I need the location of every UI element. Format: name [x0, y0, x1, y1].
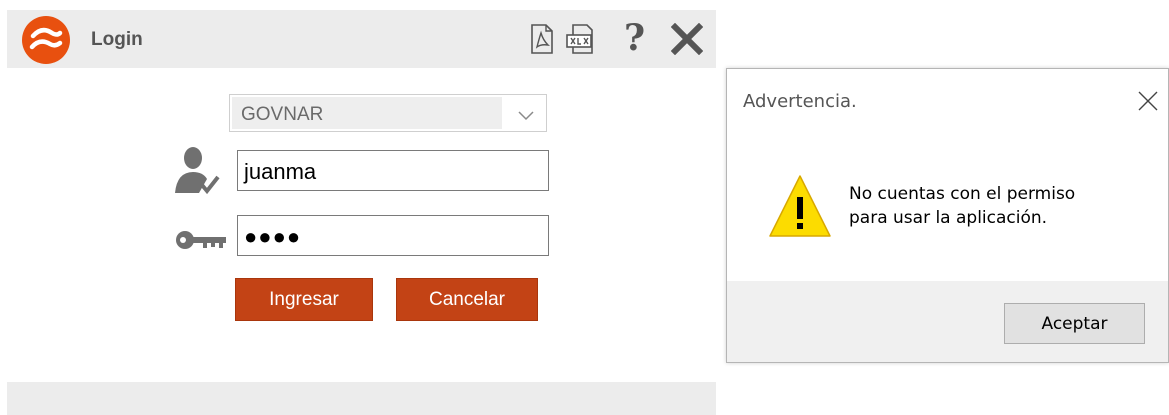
dialog-message-line-1: No cuentas con el permiso — [849, 184, 1076, 204]
login-window: Login ? GOVNAR juanma ●●●● Ingresar Canc… — [7, 10, 716, 415]
app-logo-icon — [22, 16, 70, 64]
login-button[interactable]: Ingresar — [235, 278, 373, 321]
login-footer — [7, 382, 716, 415]
dialog-message: No cuentas con el permiso para usar la a… — [849, 182, 1075, 230]
username-field[interactable]: juanma — [237, 150, 549, 191]
ok-button[interactable]: Aceptar — [1004, 303, 1145, 344]
login-titlebar: Login ? — [7, 10, 716, 68]
dialog-footer: Aceptar — [727, 281, 1168, 362]
user-check-icon — [173, 145, 221, 200]
company-select[interactable]: GOVNAR — [229, 94, 547, 132]
cancel-button[interactable]: Cancelar — [396, 278, 538, 321]
password-field[interactable]: ●●●● — [237, 215, 549, 256]
help-icon[interactable]: ? — [624, 18, 645, 58]
window-title: Login — [91, 29, 143, 50]
warning-dialog: Advertencia. No cuentas con el permiso p… — [726, 68, 1169, 363]
dialog-title: Advertencia. — [743, 91, 857, 112]
company-select-value-area: GOVNAR — [232, 97, 502, 129]
company-select-value: GOVNAR — [241, 104, 324, 125]
key-icon — [175, 229, 229, 256]
pdf-icon[interactable] — [530, 24, 554, 59]
password-value: ●●●● — [244, 224, 302, 249]
chevron-down-icon[interactable] — [518, 108, 534, 126]
close-icon[interactable] — [670, 22, 704, 60]
dialog-close-icon[interactable] — [1137, 90, 1159, 117]
document-icon[interactable] — [565, 24, 597, 59]
username-value: juanma — [244, 159, 317, 184]
dialog-message-line-2: para usar la aplicación. — [849, 208, 1048, 228]
warning-icon — [768, 173, 832, 244]
